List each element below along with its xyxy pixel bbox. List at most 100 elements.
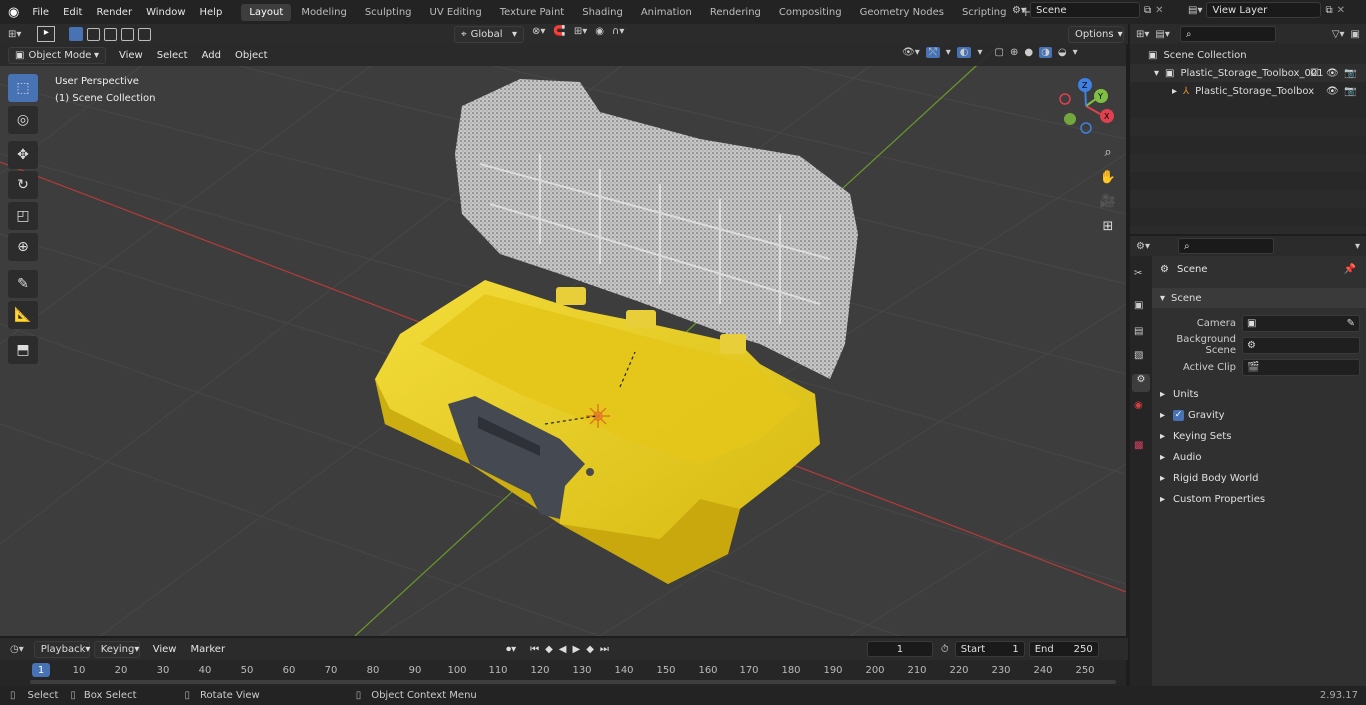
eye-icon[interactable]: 👁 bbox=[1326, 68, 1339, 79]
texture-tab-icon[interactable]: ▩ bbox=[1134, 440, 1143, 451]
panel-units[interactable]: ▸ Units bbox=[1160, 384, 1366, 404]
jump-start-icon[interactable]: ⏮ bbox=[530, 644, 539, 655]
tab-modeling[interactable]: Modeling bbox=[293, 4, 355, 21]
visibility-icon[interactable]: 👁▾ bbox=[902, 47, 920, 58]
record-icon[interactable]: ⏺▾ bbox=[506, 644, 516, 655]
tab-sculpting[interactable]: Sculpting bbox=[357, 4, 420, 21]
display-mode-icon[interactable]: ▤▾ bbox=[1155, 29, 1169, 40]
perspective-grid-icon[interactable]: ⊞ bbox=[1097, 215, 1119, 237]
xray-toggle-icon[interactable]: ▢ bbox=[995, 47, 1004, 58]
tab-compositing[interactable]: Compositing bbox=[771, 4, 850, 21]
menu-help[interactable]: Help bbox=[193, 7, 230, 18]
camera-view-icon[interactable]: 🎥 bbox=[1097, 190, 1119, 212]
current-frame-field[interactable]: 1 bbox=[866, 641, 933, 657]
panel-keying-sets[interactable]: ▸ Keying Sets bbox=[1160, 426, 1366, 446]
rotate-tool[interactable]: ↻ bbox=[8, 171, 38, 199]
shading-options-icon[interactable]: ▾ bbox=[1073, 47, 1078, 58]
timeline-menu-marker[interactable]: Marker bbox=[183, 644, 232, 655]
select-mode-subtract-icon[interactable] bbox=[104, 27, 118, 41]
select-box-tool[interactable]: ⬚ bbox=[8, 74, 38, 102]
falloff-icon[interactable]: ∩▾ bbox=[612, 26, 624, 37]
blender-logo-icon[interactable]: ◉ bbox=[8, 5, 19, 20]
next-keyframe-icon[interactable]: ◆ bbox=[586, 644, 594, 655]
snap-target-icon[interactable]: ⊞▾ bbox=[574, 26, 587, 37]
camera-field[interactable]: ▣ ✎ bbox=[1242, 314, 1360, 332]
start-frame-field[interactable]: Start 1 bbox=[954, 641, 1025, 657]
camera-icon[interactable]: 📷 bbox=[1344, 86, 1356, 97]
panel-rigid-body-world[interactable]: ▸ Rigid Body World bbox=[1160, 468, 1366, 488]
tab-layout[interactable]: Layout bbox=[241, 3, 292, 21]
wireframe-shading-icon[interactable]: ⊕ bbox=[1010, 47, 1018, 58]
scale-tool[interactable]: ◰ bbox=[8, 202, 38, 230]
play-reverse-icon[interactable]: ◀ bbox=[559, 644, 567, 655]
transform-orientation-dropdown[interactable]: ⌖ Global ▾ bbox=[454, 26, 524, 43]
checkbox-icon[interactable]: ☑ bbox=[1310, 68, 1319, 79]
pivot-icon[interactable]: ⊗▾ bbox=[532, 26, 545, 37]
add-cube-tool[interactable]: ⬒ bbox=[8, 336, 38, 364]
material-shading-icon[interactable]: ◑ bbox=[1039, 47, 1052, 58]
properties-search-input[interactable]: ⌕ bbox=[1177, 238, 1274, 254]
delete-scene-icon[interactable]: ✕ bbox=[1155, 5, 1163, 16]
tab-uv-editing[interactable]: UV Editing bbox=[422, 4, 490, 21]
tab-texture-paint[interactable]: Texture Paint bbox=[492, 4, 573, 21]
panel-audio[interactable]: ▸ Audio bbox=[1160, 447, 1366, 467]
scene-name-field[interactable]: Scene bbox=[1029, 2, 1140, 18]
overlay-toggle-icon[interactable]: ◐ bbox=[956, 47, 972, 58]
stopwatch-icon[interactable]: ⏱ bbox=[941, 644, 949, 655]
keying-menu[interactable]: Keying ▾ bbox=[93, 640, 140, 658]
expand-arrow-icon[interactable]: ▾ bbox=[1154, 68, 1159, 79]
tab-animation[interactable]: Animation bbox=[633, 4, 700, 21]
panel-custom-properties[interactable]: ▸ Custom Properties bbox=[1160, 489, 1366, 509]
viewport-menu-object[interactable]: Object bbox=[228, 50, 275, 61]
expand-arrow-icon[interactable]: ▸ bbox=[1172, 86, 1177, 97]
pan-hand-icon[interactable]: ✋ bbox=[1097, 166, 1119, 188]
pin-icon[interactable]: 📌 bbox=[1344, 264, 1356, 275]
outliner-search-input[interactable]: ⌕ bbox=[1179, 26, 1276, 42]
options-dropdown[interactable]: Options ▾ bbox=[1068, 26, 1124, 43]
move-tool[interactable]: ✥ bbox=[8, 141, 38, 169]
transform-tool[interactable]: ⊕ bbox=[8, 233, 38, 261]
tab-rendering[interactable]: Rendering bbox=[702, 4, 769, 21]
duplicate-scene-icon[interactable]: ⧉ bbox=[1144, 5, 1151, 16]
outliner-row-toolbox-001[interactable]: ▾ ▣ Plastic_Storage_Toolbox_001 ☑ 👁 📷 bbox=[1130, 64, 1366, 82]
menu-edit[interactable]: Edit bbox=[56, 7, 89, 18]
panel-gravity[interactable]: ▸ ✓ Gravity bbox=[1160, 405, 1366, 425]
viewport-menu-select[interactable]: Select bbox=[150, 50, 195, 61]
playback-menu[interactable]: Playback ▾ bbox=[33, 640, 90, 658]
gravity-checkbox[interactable]: ✓ bbox=[1173, 409, 1185, 421]
select-mode-new-icon[interactable] bbox=[69, 27, 84, 41]
object-mode-dropdown[interactable]: ▣ Object Mode ▾ bbox=[8, 46, 106, 64]
viewport-menu-add[interactable]: Add bbox=[195, 50, 228, 61]
prev-keyframe-icon[interactable]: ◆ bbox=[545, 644, 553, 655]
output-tab-icon[interactable]: ▤ bbox=[1134, 326, 1143, 337]
navigation-gizmo[interactable]: X Y Z bbox=[1052, 74, 1122, 138]
menu-file[interactable]: File bbox=[25, 7, 56, 18]
scene-tab-icon[interactable]: ⚙ bbox=[1132, 374, 1150, 392]
background-scene-field[interactable]: ⚙ bbox=[1242, 336, 1360, 354]
options-chevron-icon[interactable]: ▾ bbox=[1355, 241, 1360, 252]
end-frame-field[interactable]: End 250 bbox=[1028, 641, 1099, 657]
cursor-tool[interactable]: ◎ bbox=[8, 106, 38, 134]
tab-shading[interactable]: Shading bbox=[574, 4, 631, 21]
active-clip-field[interactable]: 🎬 bbox=[1242, 358, 1360, 376]
tab-scripting[interactable]: Scripting bbox=[954, 4, 1014, 21]
properties-editor-icon[interactable]: ⚙▾ bbox=[1136, 241, 1150, 252]
menu-window[interactable]: Window bbox=[139, 7, 192, 18]
select-mode-invert-icon[interactable] bbox=[121, 27, 135, 41]
timeline-menu-view[interactable]: View bbox=[146, 644, 184, 655]
timeline-editor-icon[interactable]: ◷▾ bbox=[10, 644, 24, 655]
measure-tool[interactable]: 📐 bbox=[8, 301, 38, 329]
tab-geometry-nodes[interactable]: Geometry Nodes bbox=[852, 4, 952, 21]
jump-end-icon[interactable]: ⏭ bbox=[600, 644, 609, 655]
eyedropper-icon[interactable]: ✎ bbox=[1347, 318, 1355, 329]
zoom-icon[interactable]: ⌕ bbox=[1097, 141, 1119, 163]
select-mode-extend-icon[interactable] bbox=[87, 27, 101, 41]
world-tab-icon[interactable]: ◉ bbox=[1134, 400, 1143, 411]
delete-view-layer-icon[interactable]: ✕ bbox=[1337, 5, 1345, 16]
viewport-menu-view[interactable]: View bbox=[112, 50, 150, 61]
outliner-row-toolbox[interactable]: ▸ ⅄ Plastic_Storage_Toolbox 👁 📷 bbox=[1130, 82, 1366, 100]
annotate-tool[interactable]: ✎ bbox=[8, 270, 38, 298]
gizmo-toggle-icon[interactable]: ⤲ bbox=[925, 47, 940, 58]
render-tab-icon[interactable]: ▣ bbox=[1134, 300, 1143, 311]
duplicate-view-layer-icon[interactable]: ⧉ bbox=[1325, 5, 1332, 16]
